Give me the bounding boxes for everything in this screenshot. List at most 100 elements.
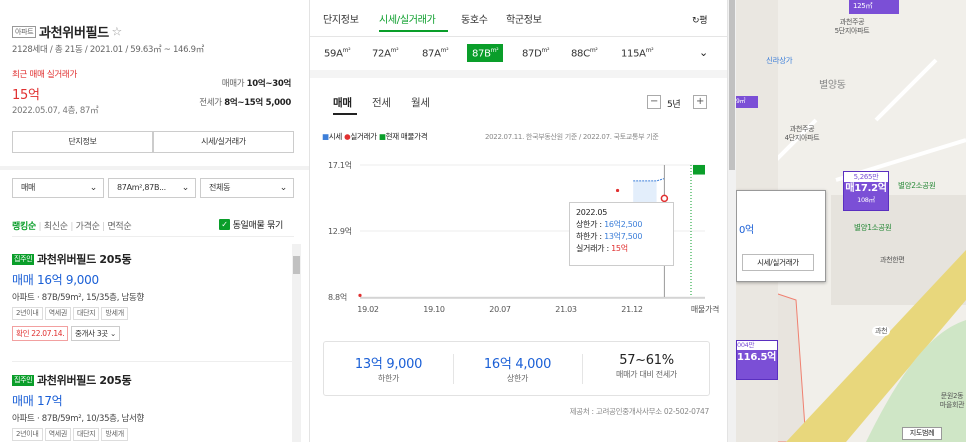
sort-price[interactable]: 가격순 — [76, 222, 100, 232]
scrollbar-thumb[interactable] — [293, 256, 300, 274]
map-label-apt5: 과천주공 5단지아파트 — [822, 18, 882, 36]
item-title: 과천위버필드 205동 — [36, 374, 132, 387]
map-label-park1: 별양1소공원 — [854, 223, 892, 232]
sort-ranking[interactable]: 랭킹순 — [12, 222, 36, 232]
map-label-line: 문원2동 — [940, 392, 964, 400]
deal-tab-monthly[interactable]: 월세 — [411, 95, 430, 110]
checkbox-checked-icon[interactable]: ✓ — [219, 219, 230, 230]
tab-price-history[interactable]: 시세/실거래가 — [379, 11, 436, 26]
panel-scrollbar[interactable] — [728, 0, 736, 442]
area-tab-115a[interactable]: 115Am² — [621, 47, 654, 60]
deal-tab-sale[interactable]: 매매 — [333, 95, 352, 110]
y-tick-label: 12.9억 — [328, 226, 352, 236]
current-listing-bar — [693, 165, 705, 175]
x-tick-label: 19.10 — [423, 305, 445, 314]
x-tick-label: 매물가격 — [691, 304, 719, 314]
chevron-down-icon[interactable]: ⌄ — [699, 46, 708, 59]
summary-ratio-value: 57~61% — [619, 353, 674, 368]
map-price-marker[interactable]: 9㎡ — [736, 96, 758, 108]
map-popup[interactable]: 0억 시세/실거래가 — [736, 190, 826, 282]
deal-type-select[interactable]: 매매 ⌄ — [12, 178, 104, 198]
tab-units[interactable]: 동호수 — [461, 11, 488, 26]
group-listings-toggle[interactable]: ✓ 동일매물 묶기 — [219, 218, 283, 231]
area-tab-label: 87B — [472, 48, 491, 60]
area-tab-87b[interactable]: 87Bm² — [467, 44, 504, 63]
period-minus-button[interactable]: − — [647, 95, 661, 109]
owner-badge: 집주인 — [12, 374, 35, 386]
deal-tab-jeonse[interactable]: 전세 — [372, 95, 391, 110]
sort-area[interactable]: 면적순 — [107, 222, 131, 232]
map-view[interactable]: 125㎡ 과천주공 5단지아파트 신라상가 별양동 과천주공 4단지아파트 5,26… — [736, 0, 966, 442]
confirm-date: 확인 22.07.14. — [12, 326, 69, 341]
list-scrollbar[interactable] — [292, 244, 301, 442]
x-tick-label: 21.03 — [555, 305, 577, 314]
area-tab-87a[interactable]: 87Am² — [422, 47, 449, 59]
y-tick-label: 17.1억 — [328, 160, 352, 170]
tooltip-lower-value: 13억7,500 — [604, 232, 643, 241]
map-price-marker[interactable]: 125㎡ — [849, 0, 899, 14]
scrollbar-thumb[interactable] — [729, 0, 735, 170]
dong-select[interactable]: 전체동 ⌄ — [200, 178, 294, 198]
pyeong-toggle[interactable]: ↻평 — [692, 13, 708, 26]
complex-header: 아파트 과천위버필드 ☆ — [12, 22, 122, 41]
sort-latest[interactable]: 최신순 — [44, 222, 68, 232]
area-tab-label: 72A — [372, 48, 391, 60]
summary-high-value: 16억 4,000 — [483, 357, 552, 372]
marker-price: 매17.2억 — [845, 183, 887, 194]
legend-market: 시세 — [328, 132, 343, 141]
price-history-button[interactable]: 시세/실거래가 — [153, 131, 294, 153]
tooltip-date: 2022.05 — [576, 208, 607, 217]
area-select[interactable]: 87Am²,87B... ⌄ — [108, 178, 196, 198]
popup-price: 0억 — [739, 225, 754, 236]
chevron-down-icon: ⌄ — [181, 183, 190, 193]
popup-price-button[interactable]: 시세/실거래가 — [742, 254, 814, 271]
area-tab-label: 115A — [621, 48, 646, 60]
sort-bar: 랭킹순 | 최신순 | 가격순 | 면적순 — [12, 222, 132, 232]
list-item[interactable]: 집주인 과천위버필드 205동 매매 16억 9,000 아파트 · 87B/5… — [12, 251, 292, 341]
map-label-shop: 신라상가 — [766, 56, 793, 65]
map-legend-button[interactable]: 지도범례 — [902, 427, 942, 440]
area-unit: m² — [490, 47, 499, 54]
list-item[interactable]: 집주인 과천위버필드 205동 매매 17억 아파트 · 87B/59m², 1… — [12, 372, 292, 441]
complex-subtitle: 2128세대 / 총 21동 / 2021.01 / 59.63㎡ ~ 146.… — [12, 45, 204, 55]
item-tag: 역세권 — [44, 428, 71, 441]
tab-school[interactable]: 학군정보 — [506, 11, 542, 26]
complex-info-button[interactable]: 단지정보 — [12, 131, 153, 153]
chart-tooltip: 2022.05 상한가 : 16억2,500 하한가 : 13억7,500 실거… — [569, 202, 674, 266]
owner-badge: 집주인 — [12, 253, 35, 265]
map-price-marker[interactable]: 004만 116.5억 — [736, 340, 778, 380]
item-price: 매매 16억 9,000 — [12, 273, 99, 287]
divider — [310, 36, 727, 37]
group-label: 동일매물 묶기 — [232, 221, 284, 231]
item-spec: 아파트 · 87B/59m², 15/35층, 남동향 — [12, 293, 145, 303]
item-price: 매매 17억 — [12, 394, 63, 408]
item-tag: 대단지 — [73, 307, 100, 320]
summary-low: 13억 9,000 하한가 — [324, 353, 453, 384]
map-label-line: 과천주공 — [789, 125, 815, 133]
area-tab-59a[interactable]: 59Am² — [324, 47, 351, 59]
tab-complex-info[interactable]: 단지정보 — [323, 11, 359, 26]
legend-real: 실거래가 — [350, 132, 377, 141]
map-label-line: 5단지아파트 — [834, 27, 870, 35]
favorite-star-icon[interactable]: ☆ — [112, 25, 123, 39]
map-price-marker[interactable]: 5,265만 매17.2억 108㎡ — [843, 171, 889, 211]
period-plus-button[interactable]: + — [693, 95, 707, 109]
tooltip-real-label: 실거래가 : — [576, 244, 612, 253]
marker-price-per: 004만 — [737, 341, 777, 350]
item-tag: 2년이내 — [12, 428, 43, 441]
legend-current: 현재 매물가격 — [385, 132, 428, 141]
y-tick-label: 8.8억 — [328, 292, 347, 302]
period-value: 5년 — [667, 100, 681, 110]
agents-dropdown[interactable]: 중개사 3곳 ⌄ — [70, 326, 120, 341]
area-tab-72a[interactable]: 72Am² — [372, 47, 399, 60]
area-unit: m² — [541, 47, 550, 54]
price-panel: 단지정보 시세/실거래가 동호수 학군정보 ↻평 59Am² 72Am² 87A… — [310, 0, 728, 442]
map-label-park2: 별양2소공원 — [898, 181, 936, 190]
recent-label: 최근 매매 실거래가 — [12, 70, 77, 80]
area-tab-88c[interactable]: 88Cm² — [571, 47, 598, 59]
area-unit: m² — [589, 47, 598, 54]
tooltip-upper-value: 16억2,500 — [604, 220, 643, 229]
sale-range: 매매가 10억~30억 — [222, 77, 292, 89]
area-tab-87d[interactable]: 87Dm² — [522, 47, 549, 59]
complex-title: 과천위버필드 — [38, 26, 109, 41]
